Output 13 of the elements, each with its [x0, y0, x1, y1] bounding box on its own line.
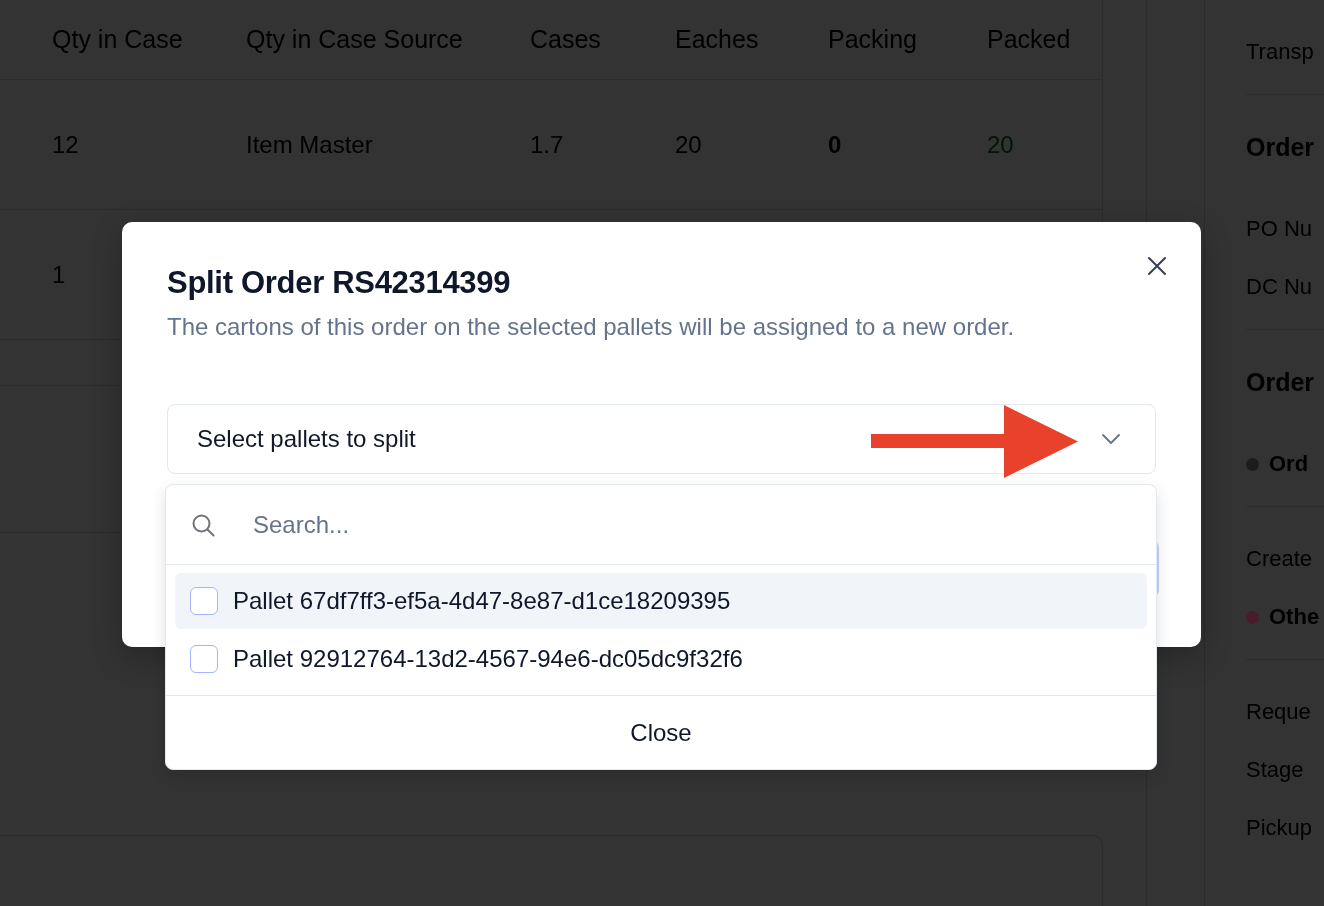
arrow-icon — [871, 405, 1078, 478]
checkbox[interactable] — [190, 645, 218, 673]
option-item[interactable]: Pallet 92912764-13d2-4567-94e6-dc05dc9f32f6 — [175, 631, 1147, 687]
chevron-down-icon — [1102, 434, 1120, 444]
search-icon — [191, 512, 215, 537]
search-field[interactable]: Search... — [253, 507, 1113, 542]
dialog-title: Split Order RS42314399 — [167, 264, 511, 302]
checkbox[interactable] — [190, 587, 218, 615]
close-button[interactable]: Close — [622, 714, 700, 751]
select-field[interactable]: Select pallets to split — [167, 404, 1156, 474]
option-item[interactable]: Pallet 67df7ff3-ef5a-4d47-8e87-d1ce18209395 — [175, 573, 1147, 629]
dialog-description: The cartons of this order on the selected pallets will be assigned to a new order. — [167, 312, 1015, 342]
close-icon — [1147, 256, 1167, 276]
